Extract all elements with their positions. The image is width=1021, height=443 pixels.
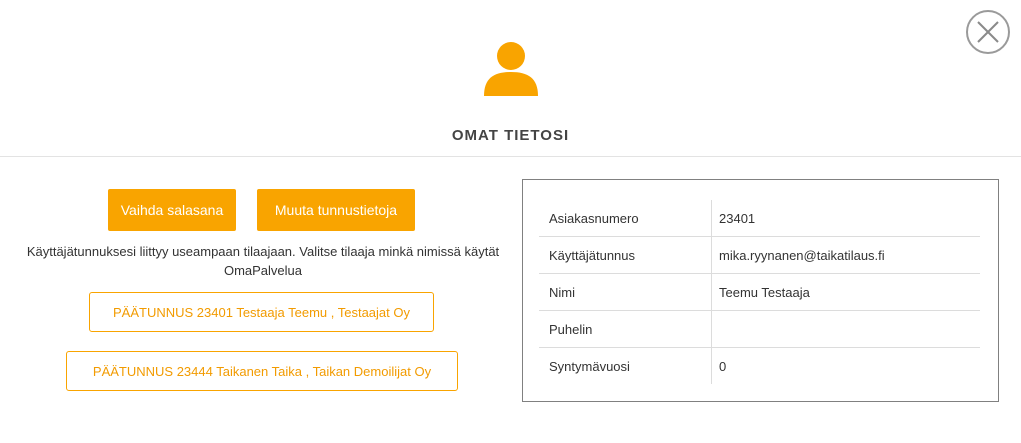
- details-label: Nimi: [539, 273, 712, 311]
- change-password-button[interactable]: Vaihda salasana: [108, 189, 236, 231]
- details-label: Asiakasnumero: [539, 200, 712, 237]
- details-row: Puhelin: [539, 310, 980, 348]
- user-icon: [483, 42, 539, 98]
- details-label: Puhelin: [539, 310, 712, 348]
- close-button[interactable]: [966, 10, 1010, 54]
- details-row: Syntymävuosi 0: [539, 347, 980, 384]
- user-details-table: Asiakasnumero 23401 Käyttäjätunnus mika.…: [539, 200, 980, 384]
- account-select-button[interactable]: PÄÄTUNNUS 23401 Testaaja Teemu , Testaaj…: [89, 292, 434, 332]
- details-value: 0: [711, 347, 980, 384]
- page-title: OMAT TIETOSI: [451, 127, 570, 144]
- details-label: Käyttäjätunnus: [539, 236, 712, 274]
- details-row: Nimi Teemu Testaaja: [539, 273, 980, 311]
- account-select-button[interactable]: PÄÄTUNNUS 23444 Taikanen Taika , Taikan …: [66, 351, 458, 391]
- details-label: Syntymävuosi: [539, 347, 712, 384]
- multiple-accounts-info: Käyttäjätunnuksesi liittyy useampaan til…: [26, 244, 500, 278]
- details-row: Asiakasnumero 23401: [539, 200, 980, 237]
- details-value: [711, 310, 980, 348]
- edit-credentials-button[interactable]: Muuta tunnustietoja: [257, 189, 415, 231]
- details-value: 23401: [719, 210, 756, 226]
- details-value: mika.ryynanen@taikatilaus.fi: [711, 236, 980, 274]
- divider: [0, 156, 1021, 157]
- user-details-panel: Asiakasnumero 23401 Käyttäjätunnus mika.…: [522, 179, 999, 402]
- details-value: Teemu Testaaja: [711, 273, 980, 311]
- close-icon: [977, 21, 999, 43]
- details-row: Käyttäjätunnus mika.ryynanen@taikatilaus…: [539, 236, 980, 274]
